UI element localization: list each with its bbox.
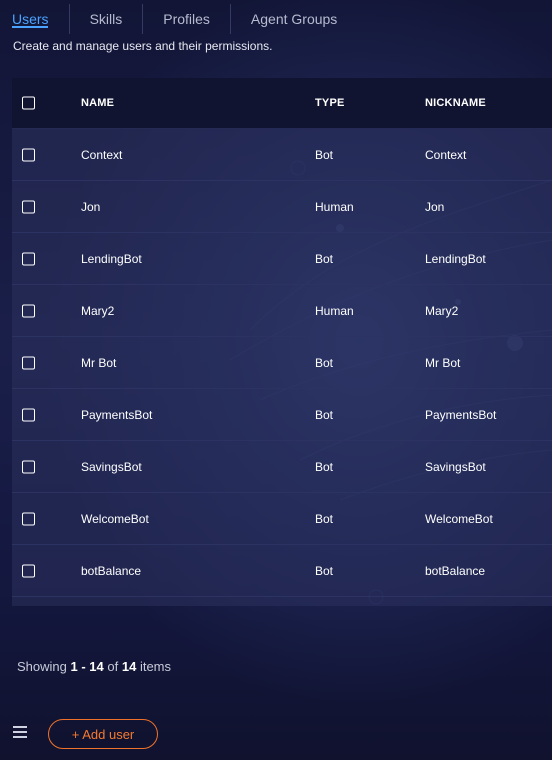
tab-users[interactable]: Users [12, 0, 69, 36]
active-tab-underline [12, 26, 48, 28]
tab-profiles[interactable]: Profiles [143, 0, 230, 36]
user-name: botBalance [81, 563, 142, 578]
tab-skills-label: Skills [89, 11, 123, 27]
user-nickname: Jon [425, 199, 445, 214]
tab-skills[interactable]: Skills [70, 0, 143, 36]
user-type: Bot [315, 355, 334, 370]
add-user-button[interactable]: + Add user [48, 719, 158, 749]
page-subtitle: Create and manage users and their permis… [13, 39, 273, 53]
user-type: Bot [315, 563, 334, 578]
table-row[interactable]: SavingsBot Bot SavingsBot [12, 441, 552, 493]
table-row[interactable]: PaymentsBot Bot PaymentsBot [12, 389, 552, 441]
user-type: Human [315, 199, 354, 214]
user-type: Bot [315, 459, 334, 474]
row-checkbox[interactable] [22, 356, 35, 369]
user-nickname: LendingBot [425, 251, 486, 266]
table-row[interactable]: Context Bot Context [12, 129, 552, 181]
user-type: Human [315, 303, 354, 318]
table-row[interactable]: WelcomeBot Bot WelcomeBot [12, 493, 552, 545]
tab-agent-groups-label: Agent Groups [250, 11, 338, 27]
user-nickname: botBalance [425, 563, 486, 578]
user-nickname: WelcomeBot [425, 511, 493, 526]
table-row[interactable]: Jon Human Jon [12, 181, 552, 233]
user-name: Mr Bot [81, 355, 117, 370]
user-name: Context [81, 147, 123, 162]
users-table: NAME TYPE NICKNAME Context Bot Context J… [12, 78, 552, 606]
pagination-prefix: Showing [17, 659, 67, 674]
tab-profiles-label: Profiles [163, 11, 210, 27]
user-nickname: SavingsBot [425, 459, 486, 474]
tab-users-label: Users [12, 11, 49, 27]
table-row[interactable]: botBalance Bot botBalance [12, 545, 552, 597]
row-checkbox[interactable] [22, 460, 35, 473]
pagination-range: 1 - 14 [70, 659, 104, 674]
user-nickname: Context [425, 147, 467, 162]
tab-agent-groups[interactable]: Agent Groups [231, 0, 357, 36]
row-checkbox[interactable] [22, 148, 35, 161]
column-header-nickname[interactable]: NICKNAME [425, 78, 486, 128]
pagination-suffix: items [139, 659, 171, 674]
pagination-total: 14 [121, 659, 137, 674]
column-header-type[interactable]: TYPE [315, 78, 345, 128]
user-type: Bot [315, 147, 334, 162]
user-name: LendingBot [81, 251, 142, 266]
pagination-of: of [107, 659, 119, 674]
row-checkbox[interactable] [22, 408, 35, 421]
select-all-checkbox[interactable] [22, 96, 35, 110]
user-nickname: Mary2 [425, 303, 459, 318]
user-type: Bot [315, 511, 334, 526]
user-name: SavingsBot [81, 459, 142, 474]
user-name: WelcomeBot [81, 511, 149, 526]
user-name: PaymentsBot [81, 407, 153, 422]
user-nickname: Mr Bot [425, 355, 461, 370]
column-header-name[interactable]: NAME [81, 78, 114, 128]
row-checkbox[interactable] [22, 512, 35, 525]
user-name: Mary2 [81, 303, 115, 318]
row-checkbox[interactable] [22, 200, 35, 213]
table-header: NAME TYPE NICKNAME [12, 78, 552, 129]
row-checkbox[interactable] [22, 252, 35, 265]
table-row[interactable]: Mary2 Human Mary2 [12, 285, 552, 337]
table-row[interactable]: LendingBot Bot LendingBot [12, 233, 552, 285]
user-name: Jon [81, 199, 101, 214]
row-checkbox[interactable] [22, 304, 35, 317]
user-type: Bot [315, 407, 334, 422]
table-row[interactable]: Mr Bot Bot Mr Bot [12, 337, 552, 389]
user-type: Bot [315, 251, 334, 266]
pagination-summary: Showing 1 - 14 of 14 items [17, 659, 171, 674]
user-nickname: PaymentsBot [425, 407, 497, 422]
hamburger-menu-icon[interactable] [13, 725, 27, 739]
row-checkbox[interactable] [22, 564, 35, 577]
tab-bar: Users Skills Profiles Agent Groups [0, 0, 552, 36]
